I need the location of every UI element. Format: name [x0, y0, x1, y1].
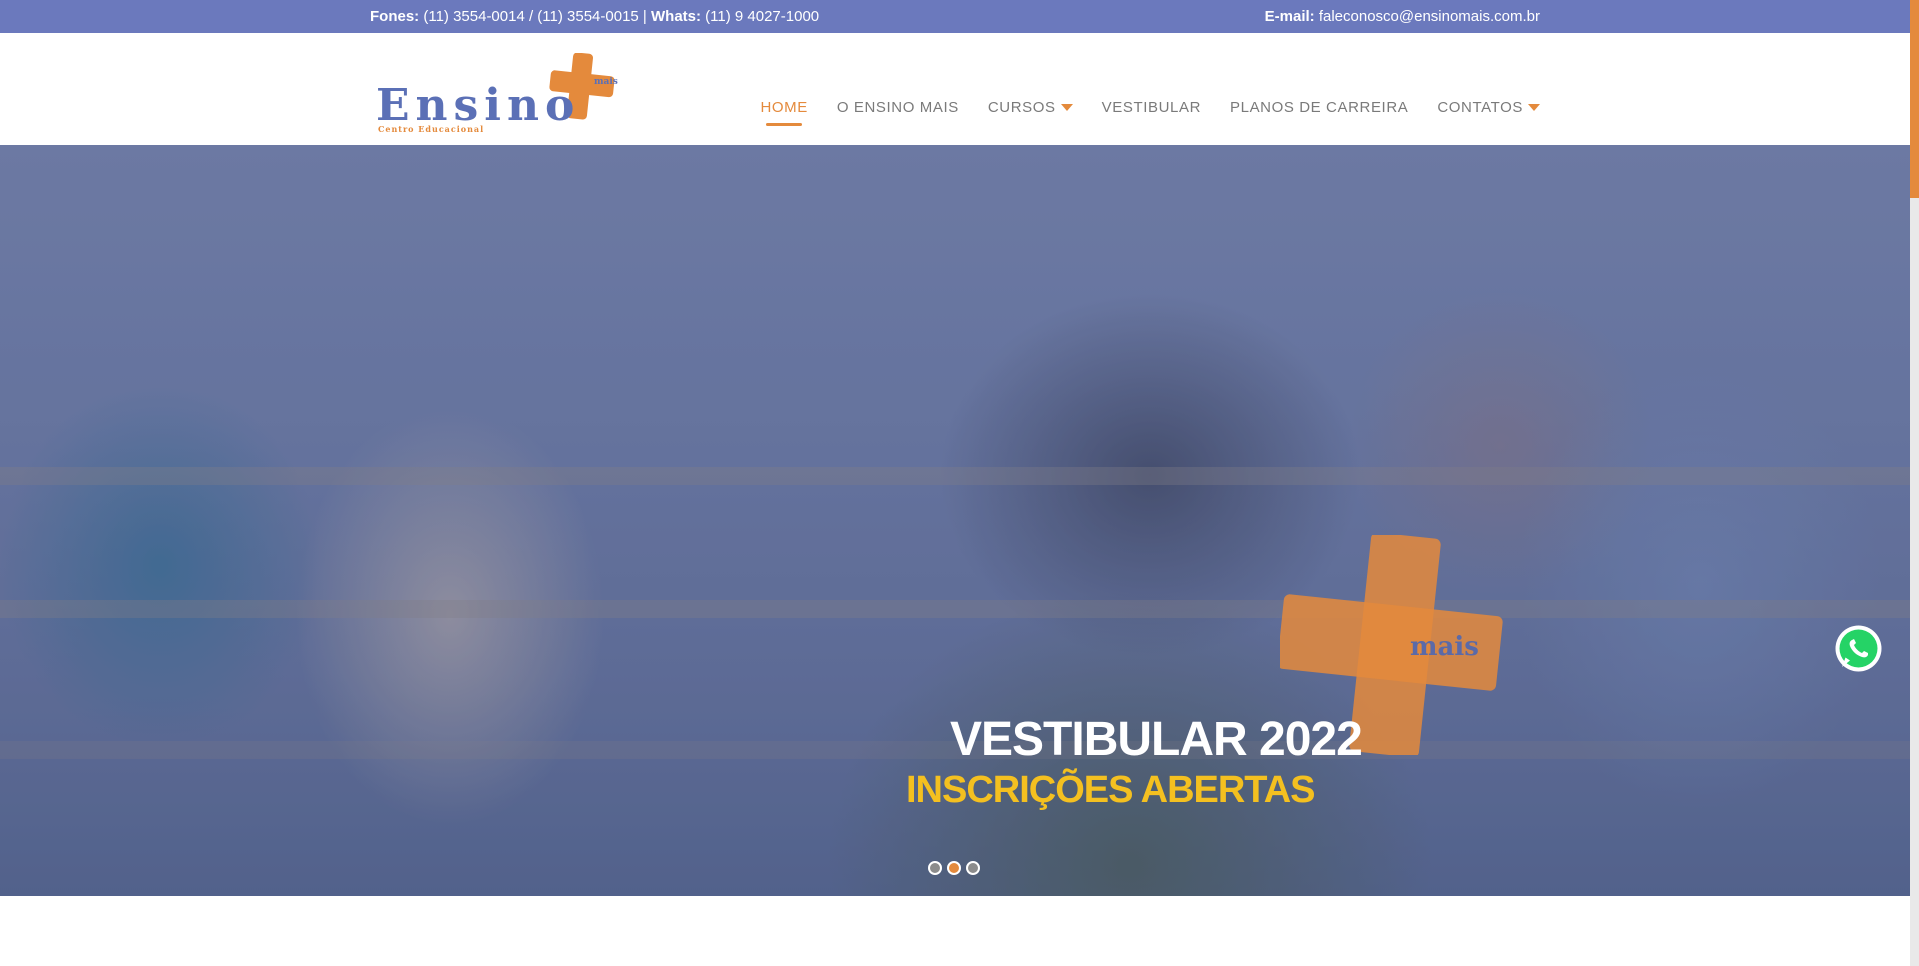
hero-slider: mais VESTIBULAR 2022 INSCRIÇÕES ABERTAS: [0, 145, 1910, 896]
phones-label: Fones:: [370, 8, 420, 25]
nav-item-cursos[interactable]: CURSOS: [988, 99, 1073, 116]
chevron-down-icon: [1060, 104, 1073, 111]
nav-item-o-ensino-mais[interactable]: O ENSINO MAIS: [837, 99, 959, 116]
email-link[interactable]: faleconosco@ensinomais.com.br: [1315, 8, 1540, 25]
logo-tagline: Centro Educacional: [378, 124, 484, 134]
site-header: mais Ensino Centro Educacional HOME O ENS…: [0, 33, 1910, 145]
ensino-mais-logo[interactable]: mais Ensino Centro Educacional: [374, 53, 628, 135]
page-scrollbar[interactable]: [1910, 0, 1919, 966]
hero-subtitle: INSCRIÇÕES ABERTAS: [906, 769, 1315, 811]
slider-dot[interactable]: [947, 861, 961, 875]
phone-info: Fones: (11) 3554-0014 / (11) 3554-0015 |…: [370, 8, 819, 25]
nav-item-label: VESTIBULAR: [1101, 99, 1202, 116]
whatsapp-icon[interactable]: [1834, 624, 1883, 673]
whats-value: (11) 9 4027-1000: [701, 8, 820, 25]
page: Fones: (11) 3554-0014 / (11) 3554-0015 |…: [0, 0, 1919, 966]
watermark-text: mais: [1410, 632, 1479, 662]
nav-item-label: CURSOS: [987, 99, 1056, 116]
nav-item-home[interactable]: HOME: [760, 99, 808, 126]
email-info: E-mail: faleconosco@ensinomais.com.br: [1265, 8, 1540, 25]
contact-bar: Fones: (11) 3554-0014 / (11) 3554-0015 |…: [0, 0, 1910, 33]
scrollbar-thumb[interactable]: [1910, 0, 1919, 198]
nav-item-label: O ENSINO MAIS: [836, 99, 959, 116]
nav-item-contatos[interactable]: CONTATOS: [1437, 99, 1540, 116]
nav-item-label: PLANOS DE CARREIRA: [1230, 99, 1409, 116]
main-nav: HOME O ENSINO MAIS CURSOS VESTIBULAR PLANOS …: [760, 99, 1540, 126]
logo-badge: mais: [594, 77, 618, 87]
nav-item-vestibular[interactable]: VESTIBULAR: [1102, 99, 1201, 116]
hero-title: VESTIBULAR 2022: [950, 713, 1363, 766]
nav-item-label: HOME: [760, 99, 808, 116]
nav-item-planos-de-carreira[interactable]: PLANOS DE CARREIRA: [1230, 99, 1408, 116]
whats-label: Whats:: [651, 8, 701, 25]
email-label: E-mail:: [1264, 8, 1315, 25]
slider-dot[interactable]: [928, 861, 942, 875]
chevron-down-icon: [1528, 104, 1540, 111]
slider-dot[interactable]: [966, 861, 980, 875]
phones-value: (11) 3554-0014 / (11) 3554-0015 |: [419, 8, 651, 25]
nav-item-label: CONTATOS: [1437, 99, 1523, 116]
slider-pagination: [928, 861, 980, 875]
